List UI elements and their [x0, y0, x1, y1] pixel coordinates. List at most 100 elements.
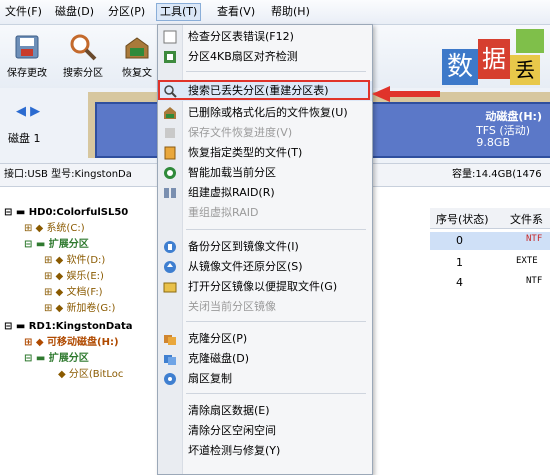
image-restore-icon — [163, 260, 177, 274]
menu-item-label: 已删除或格式化后的文件恢复(U) — [188, 106, 348, 119]
cell-fs: EXTE — [516, 256, 538, 266]
menu-item-clone-partition[interactable]: 克隆分区(P) — [158, 329, 372, 349]
align-icon — [163, 50, 177, 64]
recover-files-label: 恢复文 — [122, 68, 152, 79]
file-type-icon — [163, 146, 177, 160]
menu-partition[interactable]: 分区(P) — [105, 4, 148, 20]
tree-label: 可移动磁盘(H:) — [47, 337, 119, 348]
tree-label: 软件(D:) — [66, 255, 106, 266]
erase-icon — [163, 404, 177, 418]
search-partition-button[interactable]: 搜索分区 — [58, 28, 108, 86]
menu-item-erase-free-space[interactable]: 清除分区空闲空间 — [158, 421, 372, 441]
menu-item-4kb-align[interactable]: 分区4KB扇区对齐检测 — [158, 47, 372, 67]
save-progress-icon — [163, 126, 177, 140]
menu-item-check-partition-table[interactable]: 检查分区表错误(F12) — [158, 27, 372, 47]
capacity-label: 容量:14.4GB(1476 — [452, 169, 542, 180]
save-changes-button[interactable]: 保存更改 — [2, 28, 52, 86]
tree-item-new-volume[interactable]: ⊞ ◆ 新加卷(G:) — [44, 300, 115, 318]
clone-disk-icon — [163, 352, 177, 366]
menu-item-label: 克隆磁盘(D) — [188, 352, 250, 365]
table-row[interactable]: 1 EXTE — [430, 254, 550, 272]
partition-size: 9.8GB — [476, 136, 510, 149]
promo-char-3: 丢 — [510, 55, 540, 85]
menu-item-label: 检查分区表错误(F12) — [188, 30, 294, 43]
promo-banner: 数 据 丢 — [440, 25, 550, 85]
menu-help[interactable]: 帮助(H) — [268, 4, 313, 20]
menu-item-smart-load[interactable]: 智能加载当前分区 — [158, 163, 372, 183]
badsector-icon — [163, 444, 177, 458]
tree-label: HD0:ColorfulSL50 — [28, 207, 129, 218]
menu-item-bad-sector-check[interactable]: 坏道检测与修复(Y) — [158, 441, 372, 461]
menu-item-label: 扇区复制 — [188, 372, 232, 385]
menu-tools[interactable]: 工具(T) — [156, 3, 202, 21]
nav-arrows-icon[interactable]: ◀ ▶ — [16, 104, 40, 119]
menu-item-save-recovery-progress[interactable]: 保存文件恢复进度(V) — [158, 123, 372, 143]
raid-icon — [163, 186, 177, 200]
column-header-fs[interactable]: 文件系 — [510, 211, 543, 227]
tree-label: 扩展分区 — [48, 353, 89, 364]
tree-label: 扩展分区 — [48, 239, 89, 250]
interface-label: 接口:USB 型号:KingstonDa — [4, 169, 132, 180]
menu-item-backup-partition[interactable]: 备份分区到镜像文件(I) — [158, 237, 372, 257]
recover-files-button[interactable]: 恢复文 — [112, 28, 162, 86]
menu-file[interactable]: 文件(F) — [2, 4, 45, 20]
sector-copy-icon — [163, 372, 177, 386]
menu-item-label: 组建虚拟RAID(R) — [188, 186, 275, 199]
erase-free-icon — [163, 424, 177, 438]
cell-index: 1 — [456, 256, 463, 269]
menu-item-label: 克隆分区(P) — [188, 332, 248, 345]
close-image-icon — [163, 300, 177, 314]
menu-item-sector-copy[interactable]: 扇区复制 — [158, 369, 372, 389]
tree-item-bitlocker[interactable]: ◆ 分区(BitLoc — [58, 366, 123, 384]
column-header-index[interactable]: 序号(状态) — [436, 211, 489, 227]
menu-disk[interactable]: 磁盘(D) — [52, 4, 97, 20]
menu-item-label: 坏道检测与修复(Y) — [188, 444, 281, 457]
menu-item-restore-deleted-files[interactable]: 已删除或格式化后的文件恢复(U) — [158, 103, 372, 123]
menu-item-close-partition-image[interactable]: 关闭当前分区镜像 — [158, 297, 372, 317]
cell-index: 0 — [456, 234, 463, 247]
disk-label: 磁盘 1 — [8, 132, 41, 145]
menu-separator — [186, 71, 366, 72]
menu-item-recover-file-types[interactable]: 恢复指定类型的文件(T) — [158, 143, 372, 163]
highlight-box — [158, 80, 370, 100]
cell-fs: NTF — [526, 234, 543, 244]
tree-label: RD1:KingstonData — [28, 321, 133, 332]
menu-item-label: 打开分区镜像以便提取文件(G) — [188, 280, 338, 293]
table-row[interactable]: 4 NTF — [430, 274, 550, 292]
restore-files-icon — [163, 106, 177, 120]
tree-label: 系统(C:) — [46, 223, 85, 234]
recover-icon — [122, 32, 152, 62]
table-header: 序号(状态) 文件系 — [430, 208, 550, 229]
menu-item-label: 智能加载当前分区 — [188, 166, 276, 179]
table-row[interactable]: 0 NTF — [430, 232, 550, 250]
menu-separator — [186, 229, 366, 230]
check-icon — [163, 30, 177, 44]
menu-item-clone-disk[interactable]: 克隆磁盘(D) — [158, 349, 372, 369]
menu-item-label: 关闭当前分区镜像 — [188, 300, 276, 313]
menu-separator — [186, 393, 366, 394]
cell-index: 4 — [456, 276, 463, 289]
smart-load-icon — [163, 166, 177, 180]
promo-tile — [516, 29, 544, 53]
tree-label: 分区(BitLoc — [68, 369, 124, 380]
menu-item-rebuild-raid[interactable]: 重组虚拟RAID — [158, 203, 372, 223]
menu-item-label: 从镜像文件还原分区(S) — [188, 260, 303, 273]
backup-icon — [163, 240, 177, 254]
tree-label: 新加卷(G:) — [66, 303, 116, 314]
tree-label: 文档(F:) — [66, 287, 103, 298]
clone-partition-icon — [163, 332, 177, 346]
menu-item-erase-sectors[interactable]: 清除扇区数据(E) — [158, 401, 372, 421]
tree-label: 娱乐(E:) — [66, 271, 104, 282]
annotation-arrow-icon — [372, 86, 440, 102]
menu-bar: 文件(F) 磁盘(D) 分区(P) 工具(T) 查看(V) 帮助(H) — [0, 0, 550, 25]
menu-item-label: 重组虚拟RAID — [188, 206, 259, 219]
menu-view[interactable]: 查看(V) — [214, 4, 258, 20]
menu-item-label: 清除分区空闲空间 — [188, 424, 276, 437]
raid-rebuild-icon — [163, 206, 177, 220]
menu-item-label: 保存文件恢复进度(V) — [188, 126, 293, 139]
menu-item-restore-from-image[interactable]: 从镜像文件还原分区(S) — [158, 257, 372, 277]
menu-item-build-raid[interactable]: 组建虚拟RAID(R) — [158, 183, 372, 203]
menu-item-open-partition-image[interactable]: 打开分区镜像以便提取文件(G) — [158, 277, 372, 297]
save-icon — [12, 32, 42, 62]
menu-item-label: 恢复指定类型的文件(T) — [188, 146, 303, 159]
